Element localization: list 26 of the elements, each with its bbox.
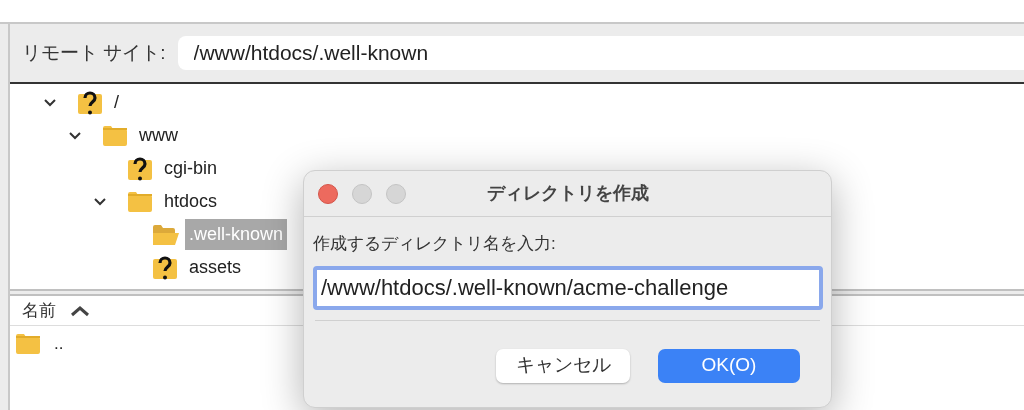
cancel-button[interactable]: キャンセル — [496, 348, 630, 383]
chevron-down-icon[interactable] — [68, 131, 82, 140]
close-button[interactable] — [318, 183, 338, 204]
directory-name-field[interactable]: /www/htdocs/.well-known/acme-challenge — [313, 265, 823, 310]
tree-item[interactable]: cgi-bin — [160, 153, 222, 184]
remote-site-label: リモート サイト: — [22, 40, 166, 65]
tree-item[interactable]: www — [135, 120, 182, 151]
tree-item[interactable]: htdocs — [160, 186, 222, 217]
folder-icon — [16, 334, 40, 354]
column-header[interactable]: 名前 — [22, 297, 90, 324]
sort-ascending-icon[interactable] — [70, 304, 90, 317]
chevron-down-icon[interactable] — [93, 197, 107, 206]
tree-item[interactable]: assets — [185, 252, 246, 283]
prompt-label: 作成するディレクトリ名を入力: — [313, 233, 557, 255]
chevron-down-icon[interactable] — [43, 98, 57, 107]
question-folder-icon — [128, 155, 152, 182]
file-name[interactable]: .. — [54, 331, 64, 357]
question-folder-icon — [153, 254, 177, 281]
question-folder-icon — [78, 89, 102, 116]
dialog-title: ディレクトリを作成 — [486, 182, 649, 205]
tree-item[interactable]: / — [110, 87, 123, 118]
ok-button[interactable]: OK(O) — [658, 348, 800, 383]
folder-icon — [128, 191, 152, 212]
remote-site-field[interactable]: /www/htdocs/.well-known — [177, 36, 1024, 70]
folder-icon — [103, 125, 127, 146]
open-folder-icon — [153, 224, 179, 245]
